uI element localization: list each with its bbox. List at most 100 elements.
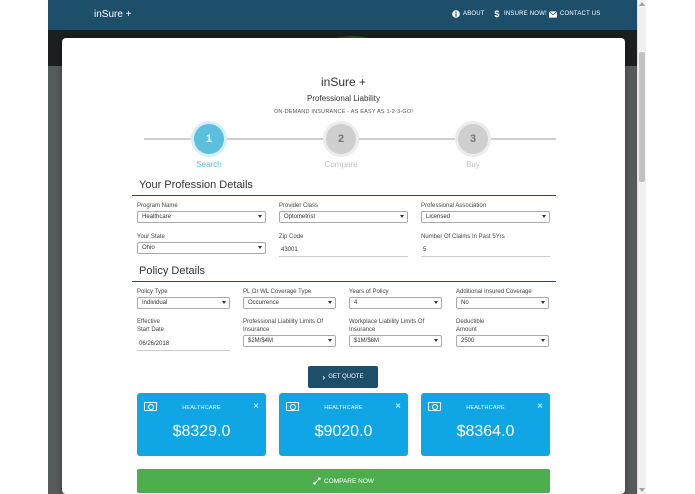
quote-card-price: $9020.0 — [314, 423, 373, 440]
pl-limits-label-line2: Insurance — [243, 327, 270, 333]
wl-limits-label-line1: Workplace Liability Limits Of — [349, 319, 425, 325]
wl-limits-label-line2: Insurance — [349, 327, 376, 333]
policy-type-value: Individual — [142, 300, 168, 306]
chevron-down-icon — [542, 215, 546, 218]
chevron-down-icon — [434, 301, 438, 304]
policy-type-label: Policy Type — [137, 289, 168, 295]
chevron-down-icon — [222, 301, 226, 304]
coverage-type-value: Occurrence — [248, 300, 280, 306]
get-quote-label: GET QUOTE — [328, 374, 364, 380]
provider-class-value: Optometrist — [284, 214, 316, 220]
quote-card[interactable]: HEALTHCARE × $9020.0 — [279, 393, 408, 456]
nav-about[interactable]: ABOUT — [452, 10, 485, 18]
profession-section-divider — [132, 195, 556, 196]
claims-label: Number Of Claims In Past 5Yrs — [421, 234, 505, 240]
pl-limits-label-line1: Professional Liability Limits Of — [243, 319, 324, 325]
pl-limits-label: Professional Liability Limits Of Insuran… — [243, 318, 323, 334]
nav-insure-now[interactable]: $ INSURE NOW! — [493, 9, 547, 19]
app-subtitle: Professional Liability — [307, 94, 380, 103]
envelope-icon — [549, 10, 557, 18]
get-quote-button[interactable]: › GET QUOTE — [308, 366, 378, 388]
step-3-label: Buy — [466, 160, 480, 169]
effective-date-input[interactable]: 06/26/2018 — [137, 338, 230, 351]
page-margin-left — [0, 0, 48, 494]
effective-date-label: Effective Start Date — [137, 318, 164, 334]
deductible-select[interactable]: 2500 — [456, 335, 549, 347]
dollar-icon: $ — [494, 9, 500, 19]
quote-card-price: $8364.0 — [456, 423, 515, 440]
compare-now-button[interactable]: COMPARE NOW — [137, 469, 550, 493]
coverage-type-label: PL Or WL Coverage Type — [243, 289, 312, 295]
chevron-down-icon — [541, 301, 545, 304]
claims-input[interactable]: 5 — [421, 244, 550, 257]
tagline: ON-DEMAND INSURANCE - AS EASY AS 1-2-3-G… — [273, 109, 414, 115]
quote-card[interactable]: HEALTHCARE × $8329.0 — [137, 393, 266, 456]
step-3-circle[interactable]: 3 — [458, 124, 488, 154]
close-icon[interactable]: × — [253, 402, 259, 412]
scroll-down-arrow-icon[interactable] — [639, 488, 645, 492]
wl-limits-select[interactable]: $1M/$6M — [349, 335, 442, 347]
chevron-down-icon — [328, 339, 332, 342]
compare-icon — [313, 477, 321, 485]
policy-section-divider — [132, 281, 556, 282]
additional-coverage-label: Additional Insured Coverage — [456, 289, 532, 295]
deductible-label-line1: Deductible — [456, 319, 485, 325]
deductible-value: 2500 — [461, 338, 475, 344]
pl-limits-select[interactable]: $2M/$4M — [243, 335, 336, 347]
deductible-label-line2: Amount — [456, 327, 477, 333]
quote-card-label: HEALTHCARE — [182, 405, 221, 411]
additional-coverage-select[interactable]: No — [456, 297, 549, 309]
years-value: 4 — [354, 300, 358, 306]
program-name-select[interactable]: Healthcare — [137, 211, 266, 223]
brand-logo[interactable]: inSure + — [94, 9, 132, 20]
association-value: Licensed — [426, 214, 451, 220]
quote-form-card: inSure + Professional Liability ON-DEMAN… — [62, 38, 625, 494]
association-label: Professional Association — [421, 203, 487, 209]
program-name-label: Program Name — [137, 203, 178, 209]
program-name-value: Healthcare — [142, 214, 172, 220]
chevron-down-icon — [400, 215, 404, 218]
scroll-up-arrow-icon[interactable] — [639, 2, 645, 6]
provider-class-select[interactable]: Optometrist — [279, 211, 408, 223]
chevron-down-icon — [258, 246, 262, 249]
nav-contact-us-label: CONTACT US — [560, 11, 601, 17]
nav-about-label: ABOUT — [463, 11, 485, 17]
association-select[interactable]: Licensed — [421, 211, 550, 223]
step-1-circle[interactable]: 1 — [194, 124, 224, 154]
zip-code-input[interactable]: 43001 — [279, 244, 408, 257]
step-2-label: Compare — [324, 160, 358, 169]
chevron-right-icon: › — [322, 372, 326, 382]
close-icon[interactable]: × — [395, 402, 401, 412]
app-title: inSure + — [320, 75, 367, 89]
additional-coverage-value: No — [461, 300, 469, 306]
provider-class-label: Provider Class — [279, 203, 319, 209]
nav-insure-now-label: INSURE NOW! — [504, 11, 547, 17]
coverage-type-select[interactable]: Occurrence — [243, 297, 336, 309]
deductible-label: Deductible Amount — [456, 318, 484, 334]
step-1-label: Search — [196, 160, 222, 169]
profession-section-title: Your Profession Details — [139, 179, 253, 191]
policy-section-title: Policy Details — [139, 265, 206, 277]
step-2-circle[interactable]: 2 — [326, 124, 356, 154]
top-navbar: inSure + ABOUT $ INSURE NOW! CONTACT US — [48, 0, 637, 30]
quote-card-label: HEALTHCARE — [466, 405, 505, 411]
effective-date-label-line2: Start Date — [137, 327, 165, 333]
state-value: Ohio — [142, 245, 155, 251]
years-label: Years of Policy — [349, 289, 389, 295]
zip-code-label: Zip Code — [279, 234, 304, 240]
wl-limits-label: Workplace Liability Limits Of Insurance — [349, 318, 424, 334]
scroll-thumb[interactable] — [639, 52, 645, 182]
compare-now-label: COMPARE NOW — [323, 477, 375, 485]
quote-card[interactable]: HEALTHCARE × $8364.0 — [421, 393, 550, 456]
pl-limits-value: $2M/$4M — [248, 338, 274, 344]
page-scrollbar[interactable] — [637, 0, 646, 494]
chevron-down-icon — [328, 301, 332, 304]
nav-contact-us[interactable]: CONTACT US — [549, 10, 600, 18]
close-icon[interactable]: × — [537, 402, 543, 412]
state-select[interactable]: Ohio — [137, 242, 266, 254]
wl-limits-value: $1M/$6M — [354, 338, 380, 344]
chevron-down-icon — [434, 339, 438, 342]
years-select[interactable]: 4 — [349, 297, 442, 309]
policy-type-select[interactable]: Individual — [137, 297, 230, 309]
state-label: Your State — [137, 234, 165, 240]
